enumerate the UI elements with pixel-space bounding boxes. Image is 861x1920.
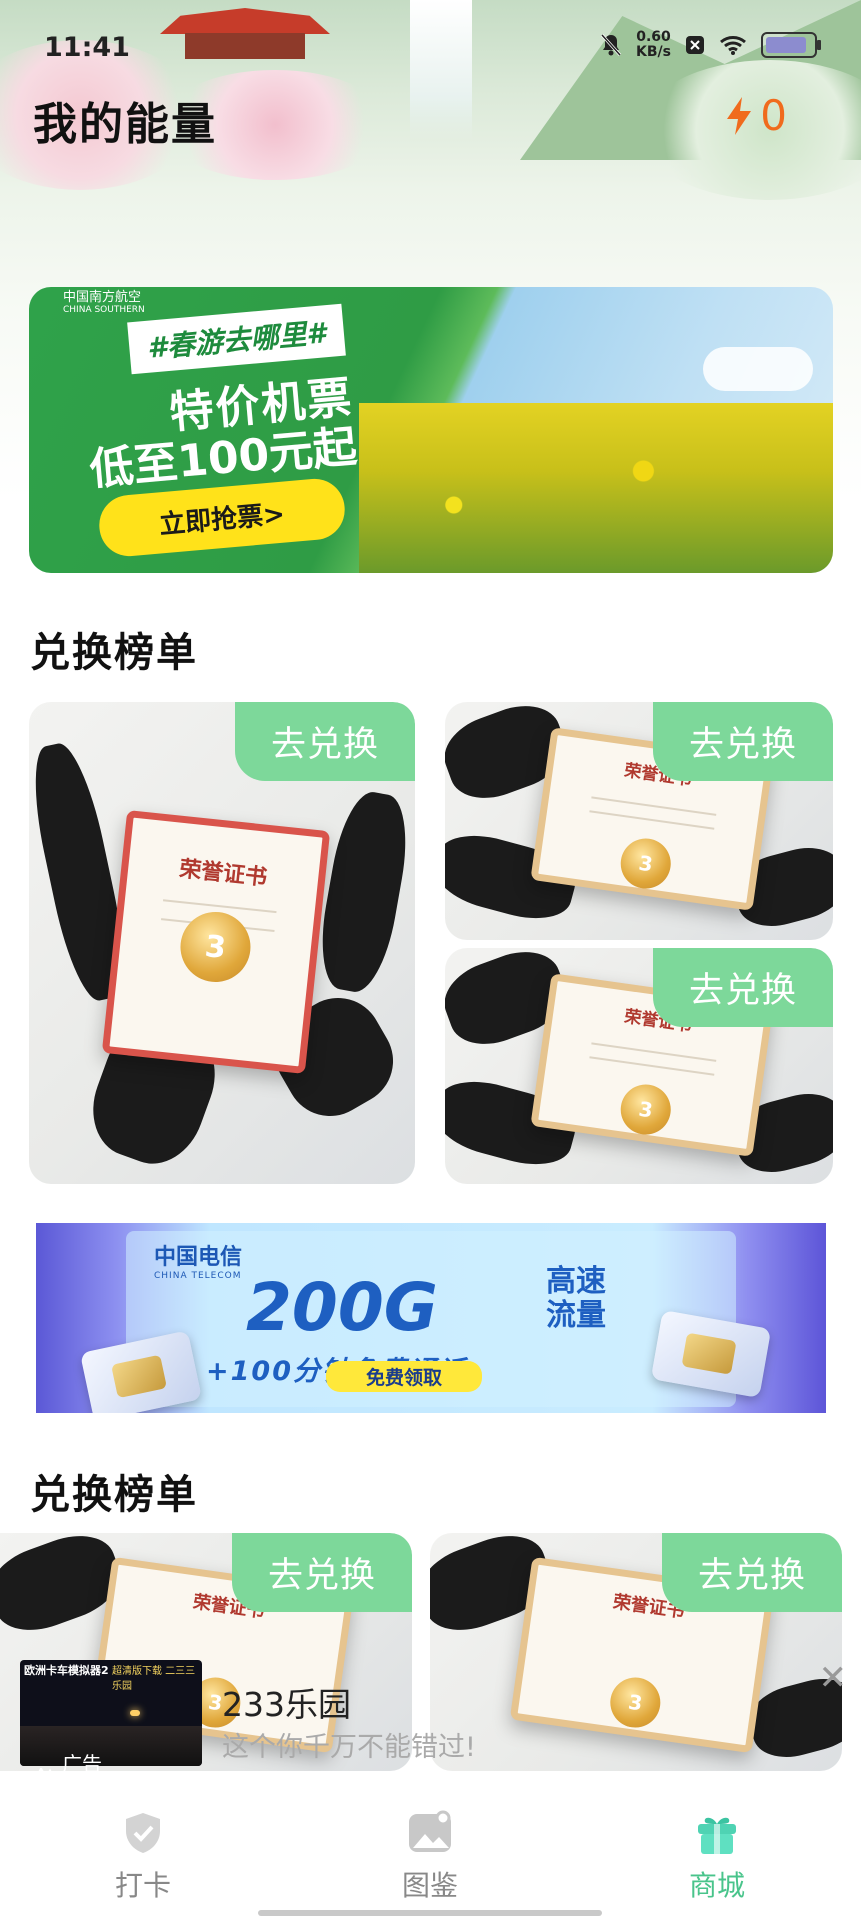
ad-description: 这个你千万不能错过! — [222, 1732, 476, 1763]
telecom-logo-cn: 中国电信 — [154, 1245, 243, 1270]
airline-logo-cn: 中国南方航空 — [63, 290, 142, 305]
exchange-card[interactable]: 荣誉证书 3 去兑换 — [29, 702, 415, 1184]
picture-icon — [407, 1810, 453, 1856]
exchange-card[interactable]: 荣誉证书 3 去兑换 — [445, 702, 833, 940]
waterfall-shape — [410, 0, 472, 140]
section-title-exchange: 兑换榜单 — [30, 1472, 198, 1518]
status-icons: 0.60 KB/s — [600, 30, 821, 60]
exchange-button[interactable]: 去兑换 — [661, 1533, 842, 1612]
airline-ad-banner[interactable]: 中国南方航空 CHINA SOUTHERN #春游去哪里# 特价机票 低至100… — [29, 287, 833, 573]
pavilion-roof-shape — [160, 8, 330, 34]
section-title-exchange: 兑换榜单 — [30, 630, 198, 676]
battery-icon — [761, 32, 821, 58]
medal-icon: 3 — [617, 1081, 674, 1138]
nav-label: 商城 — [688, 1869, 745, 1902]
floating-ad[interactable]: 欧洲卡车模拟器2 超清版下载 二三三乐园 广告 233乐园 这个你千万不能错过!… — [0, 1640, 861, 1782]
energy-counter[interactable]: 0 — [724, 94, 787, 138]
exchange-button[interactable]: 去兑换 — [231, 1533, 412, 1612]
ad-thumbnail-title: 欧洲卡车模拟器2 — [24, 1664, 109, 1677]
exchange-button[interactable]: 去兑换 — [652, 702, 833, 781]
cloud-shape — [703, 347, 813, 391]
wifi-icon — [720, 36, 746, 55]
close-icon[interactable]: ✕ — [819, 1658, 848, 1698]
certificate-line — [589, 1056, 715, 1076]
lightning-icon — [727, 97, 752, 135]
free-claim-button[interactable]: 免费领取 — [326, 1361, 483, 1392]
ad-thumbnail-light — [130, 1710, 140, 1716]
nav-store[interactable]: 商城 — [627, 1810, 807, 1904]
network-speed: 0.60 KB/s — [636, 30, 671, 60]
energy-count: 0 — [760, 91, 787, 140]
exchange-button[interactable]: 去兑换 — [234, 702, 415, 781]
nav-label: 图鉴 — [401, 1869, 458, 1902]
exchange-button[interactable]: 去兑换 — [652, 948, 833, 1027]
ad-app-name[interactable]: 233乐园 — [222, 1678, 351, 1726]
bottom-nav: 打卡 图鉴 商城 — [0, 1780, 861, 1920]
telecom-headline-side-2: 流量 — [546, 1298, 606, 1333]
page-title: 我的能量 — [33, 99, 217, 150]
sim-card-image — [79, 1330, 203, 1413]
certificate-image: 荣誉证书 3 — [101, 810, 331, 1074]
telecom-logo-en: CHINA TELECOM — [154, 1271, 242, 1281]
pavilion-hall-shape — [185, 33, 305, 59]
ad-thumbnail-road — [20, 1726, 202, 1766]
mute-bell-icon — [600, 33, 622, 57]
airline-logo: 中国南方航空 CHINA SOUTHERN — [63, 291, 145, 317]
ink-stroke — [312, 787, 415, 997]
telecom-headline-side: 高速 流量 — [546, 1265, 606, 1333]
medal-icon: 3 — [617, 835, 674, 892]
telecom-ad-banner[interactable]: 中国电信 CHINA TELECOM 200G 高速 流量 +100分钟免费通话… — [36, 1223, 826, 1413]
telecom-headline-side-1: 高速 — [546, 1264, 606, 1299]
sim-blocked-icon — [686, 36, 704, 54]
shield-check-icon — [120, 1810, 166, 1856]
home-indicator[interactable] — [258, 1910, 602, 1916]
telecom-headline: 200G — [246, 1269, 438, 1346]
airline-logo-en: CHINA SOUTHERN — [63, 305, 145, 315]
ad-label: 广告 — [62, 1752, 102, 1776]
network-speed-value: 0.60 — [636, 29, 671, 45]
ad-thumbnail-subtitle: 超清版下载 二三三乐园 — [112, 1666, 196, 1692]
certificate-line — [589, 810, 715, 830]
status-time: 11:41 — [44, 32, 130, 63]
exchange-card[interactable]: 荣誉证书 3 去兑换 — [445, 948, 833, 1184]
rapeseed-field-image — [359, 403, 833, 573]
nav-gallery[interactable]: 图鉴 — [340, 1810, 520, 1904]
nav-label: 打卡 — [114, 1869, 171, 1902]
certificate-title: 荣誉证书 — [178, 856, 269, 891]
network-speed-unit: KB/s — [636, 44, 671, 60]
gift-icon — [694, 1810, 740, 1856]
nav-checkin[interactable]: 打卡 — [53, 1810, 233, 1904]
telecom-logo: 中国电信 CHINA TELECOM — [154, 1239, 242, 1281]
battery-level — [766, 37, 806, 53]
ad-thumbnail[interactable]: 欧洲卡车模拟器2 超清版下载 二三三乐园 — [20, 1660, 202, 1766]
